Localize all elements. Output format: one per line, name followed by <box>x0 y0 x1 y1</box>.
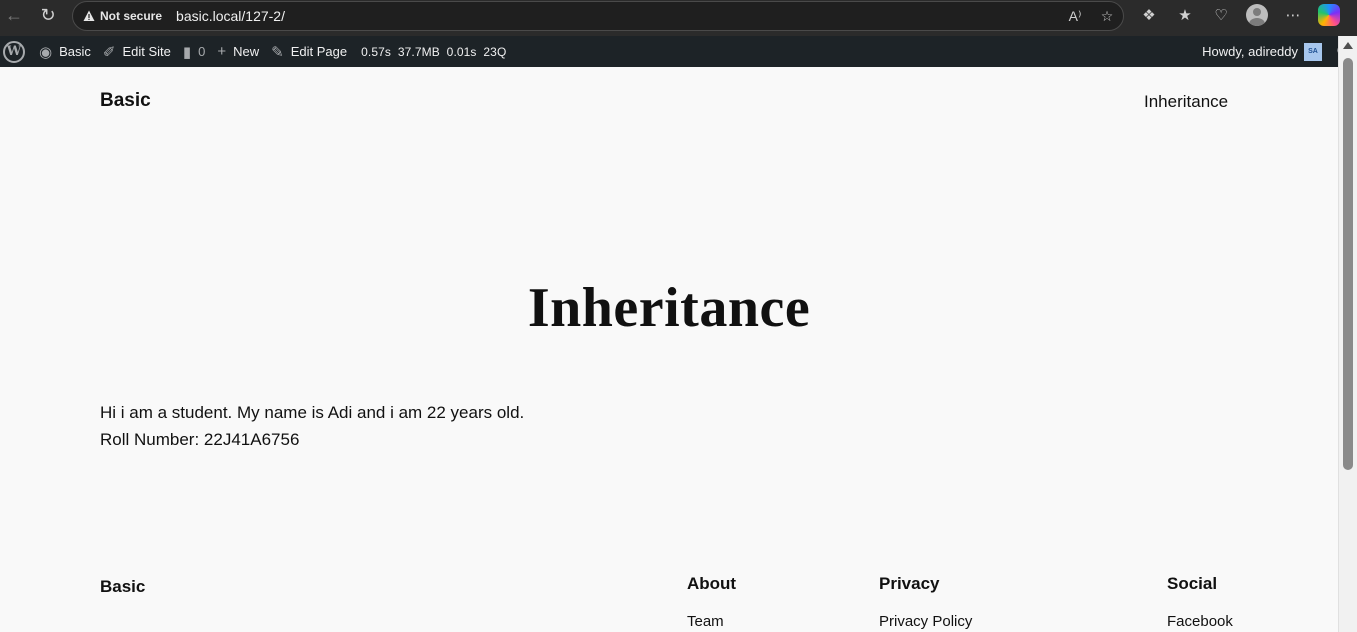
query-monitor-stats[interactable]: 0.57s 37.7MB 0.01s 23Q <box>361 45 506 59</box>
warning-icon <box>83 10 95 21</box>
wp-admin-bar: W ◉ Basic ✐ Edit Site ▮ 0 + New ✎ Edit P… <box>0 36 1357 67</box>
browser-toolbar: ← ↻ Not secure basic.local/127-2/ A⁾ ☆ ❖… <box>0 0 1357 36</box>
content-line: Roll Number: 22J41A6756 <box>100 430 300 449</box>
copilot-icon[interactable] <box>1318 4 1340 26</box>
comments-count: 0 <box>198 44 206 59</box>
footer-column-about: About Team <box>687 574 736 630</box>
profile-avatar-icon[interactable] <box>1246 4 1268 26</box>
site-title[interactable]: Basic <box>100 90 151 112</box>
pencil-icon: ✎ <box>271 43 284 61</box>
more-menu-icon[interactable]: ⋯ <box>1282 4 1304 26</box>
security-label: Not secure <box>100 9 163 23</box>
footer-heading: Social <box>1167 574 1218 593</box>
footer-link-facebook[interactable]: Facebook <box>1167 613 1233 630</box>
reload-icon[interactable]: ↻ <box>36 3 60 27</box>
read-aloud-icon[interactable]: A⁾ <box>1065 6 1085 26</box>
scroll-up-arrow-icon[interactable] <box>1343 42 1353 49</box>
user-avatar[interactable]: SA <box>1304 42 1322 61</box>
howdy-user[interactable]: Howdy, adireddy <box>1202 44 1298 59</box>
favorite-star-icon[interactable]: ☆ <box>1097 6 1117 26</box>
back-icon[interactable]: ← <box>2 3 26 27</box>
favorites-icon[interactable]: ★ <box>1174 4 1196 26</box>
wordpress-logo-icon[interactable]: W <box>3 40 25 63</box>
footer-site-title[interactable]: Basic <box>100 577 145 597</box>
url-text[interactable]: basic.local/127-2/ <box>176 8 285 24</box>
admin-bar-edit-site[interactable]: ✐ Edit Site <box>97 36 177 67</box>
post-content: Hi i am a student. My name is Adi and i … <box>100 399 524 453</box>
security-indicator[interactable]: Not secure <box>83 9 162 23</box>
footer-link-team[interactable]: Team <box>687 613 736 630</box>
address-bar[interactable]: Not secure basic.local/127-2/ A⁾ ☆ <box>72 1 1124 31</box>
footer-heading: About <box>687 574 737 593</box>
edit-page-label: Edit Page <box>290 44 348 59</box>
content-line: Hi i am a student. My name is Adi and i … <box>100 403 525 422</box>
page-scrollbar[interactable] <box>1338 36 1357 632</box>
plus-icon: + <box>217 43 227 60</box>
footer-heading: Privacy <box>879 574 940 593</box>
admin-bar-edit-page[interactable]: ✎ Edit Page <box>265 36 353 67</box>
extensions-icon[interactable]: ❖ <box>1138 4 1160 26</box>
admin-bar-site-label: Basic <box>59 44 91 59</box>
browser-essentials-icon[interactable]: ♡ <box>1210 4 1232 26</box>
page-title: Inheritance <box>527 277 811 339</box>
admin-bar-comments[interactable]: ▮ 0 <box>177 36 212 67</box>
comment-icon: ▮ <box>182 43 192 61</box>
edit-site-label: Edit Site <box>122 44 171 59</box>
scroll-thumb[interactable] <box>1343 58 1353 470</box>
footer-column-privacy: Privacy Privacy Policy <box>879 574 972 630</box>
admin-bar-new[interactable]: + New <box>211 36 265 67</box>
new-label: New <box>233 44 260 59</box>
footer-column-social: Social Facebook <box>1167 574 1233 630</box>
nav-link-inheritance[interactable]: Inheritance <box>1144 92 1228 112</box>
dashboard-icon: ◉ <box>39 43 53 61</box>
brush-icon: ✐ <box>102 43 116 61</box>
admin-bar-site[interactable]: ◉ Basic <box>33 36 97 67</box>
footer-link-privacy-policy[interactable]: Privacy Policy <box>879 613 972 630</box>
